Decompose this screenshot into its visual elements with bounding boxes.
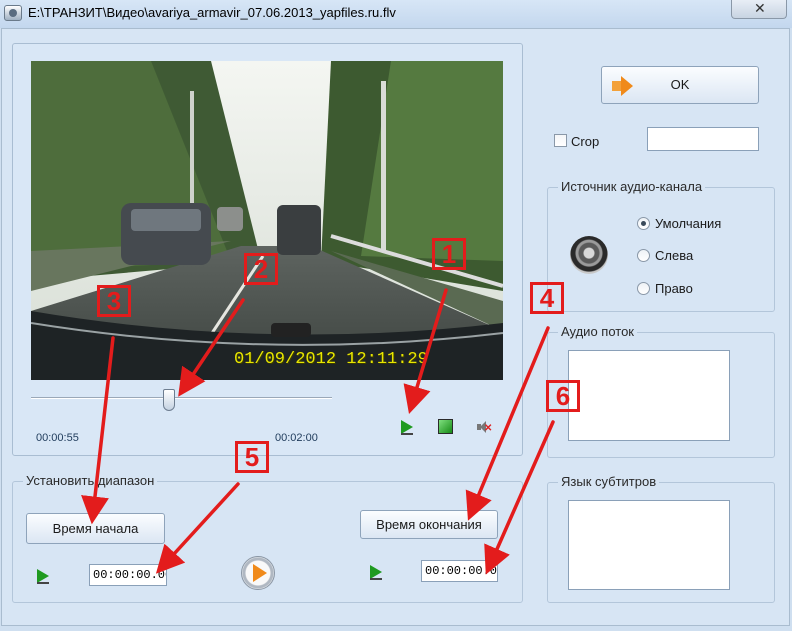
annotation-marker-2: 2: [244, 253, 278, 285]
annotation-marker-3: 3: [97, 285, 131, 317]
annotation-marker-4: 4: [530, 282, 564, 314]
annotation-marker-6: 6: [546, 380, 580, 412]
annotation-marker-1: 1: [432, 238, 466, 270]
annotation-marker-5: 5: [235, 441, 269, 473]
